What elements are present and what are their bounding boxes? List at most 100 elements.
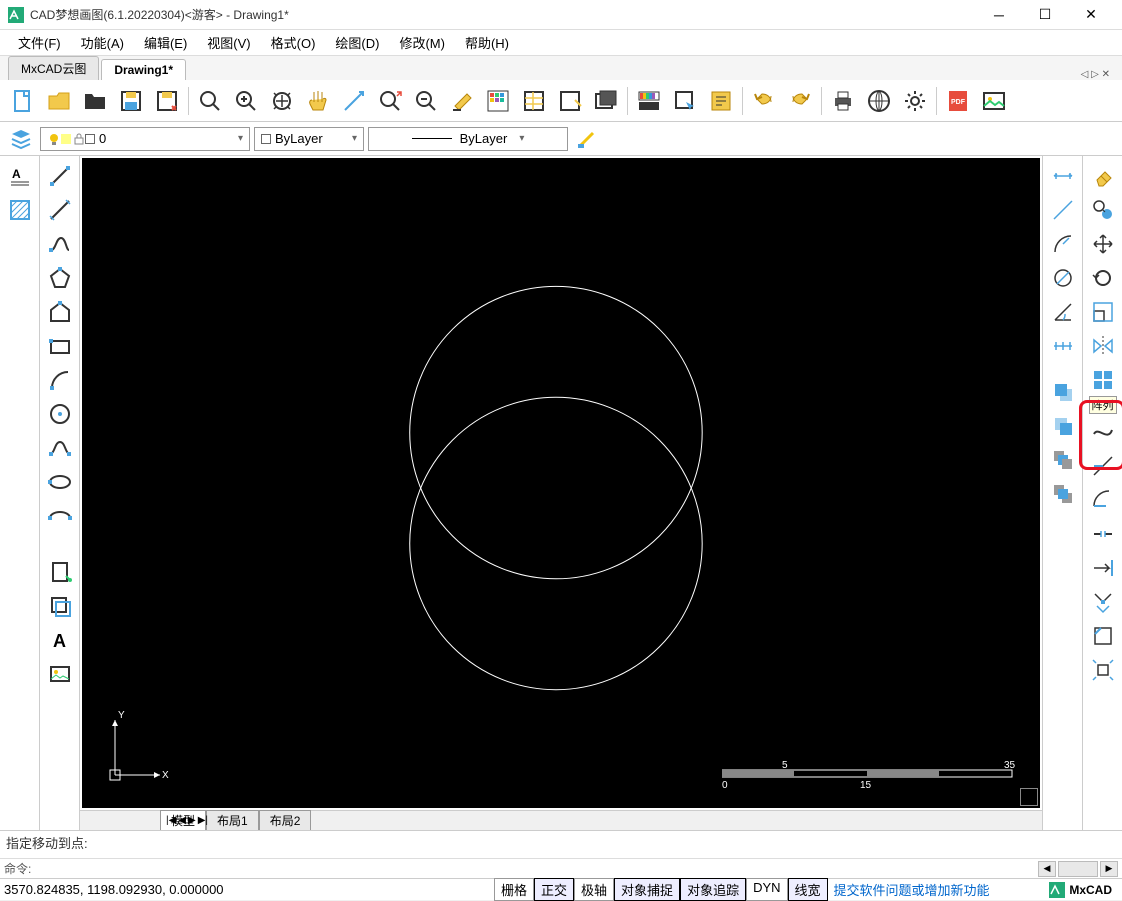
- redo-button[interactable]: [783, 84, 817, 118]
- dimension-angular-button[interactable]: [1047, 296, 1079, 328]
- toggle-osnap[interactable]: 对象捕捉: [614, 878, 680, 901]
- zoom-window-button[interactable]: [193, 84, 227, 118]
- properties-button[interactable]: [517, 84, 551, 118]
- corner-handle[interactable]: [1020, 788, 1038, 806]
- offset-button[interactable]: [1087, 552, 1119, 584]
- drawing-canvas[interactable]: YX 5 35 0 15: [82, 158, 1040, 808]
- select-button[interactable]: [668, 84, 702, 118]
- text-style-button[interactable]: A: [4, 160, 36, 192]
- rectangle-button[interactable]: [44, 330, 76, 362]
- make-block-button[interactable]: [44, 590, 76, 622]
- scroll-track[interactable]: [1058, 861, 1098, 877]
- settings-button[interactable]: [898, 84, 932, 118]
- dimension-linear-button[interactable]: [1047, 160, 1079, 192]
- menu-view[interactable]: 视图(V): [197, 29, 260, 56]
- extend-button[interactable]: [1087, 484, 1119, 516]
- linetype-combobox[interactable]: ByLayer ▾: [368, 127, 568, 151]
- dimension-aligned-button[interactable]: [1047, 194, 1079, 226]
- save-as-button[interactable]: [150, 84, 184, 118]
- zoom-previous-button[interactable]: [373, 84, 407, 118]
- layer-combobox[interactable]: 0 ▾: [40, 127, 250, 151]
- spline-button[interactable]: [44, 432, 76, 464]
- toggle-otrack[interactable]: 对象追踪: [680, 878, 746, 901]
- menu-format[interactable]: 格式(O): [261, 29, 326, 56]
- export-pdf-button[interactable]: PDF: [941, 84, 975, 118]
- zoom-in-button[interactable]: [229, 84, 263, 118]
- construction-line-button[interactable]: [44, 194, 76, 226]
- tab-mxcad-cloud[interactable]: MxCAD云图: [8, 56, 99, 80]
- menu-file[interactable]: 文件(F): [8, 29, 71, 56]
- print-button[interactable]: [826, 84, 860, 118]
- highlight-button[interactable]: [445, 84, 479, 118]
- polyline-button[interactable]: [44, 228, 76, 260]
- copy-button[interactable]: [1087, 194, 1119, 226]
- chamfer-button[interactable]: [1087, 620, 1119, 652]
- scroll-left-button[interactable]: ◀: [1038, 861, 1056, 877]
- layout-tab-1[interactable]: 布局1: [206, 810, 259, 831]
- insert-block-button[interactable]: [44, 556, 76, 588]
- layer-manager-button[interactable]: [6, 125, 36, 153]
- grid-button[interactable]: [553, 84, 587, 118]
- zoom-extents-button[interactable]: [265, 84, 299, 118]
- hatch-button[interactable]: [4, 194, 36, 226]
- array-button[interactable]: [1087, 364, 1119, 396]
- toggle-grid[interactable]: 栅格: [494, 878, 534, 901]
- scroll-right-button[interactable]: ▶: [1100, 861, 1118, 877]
- dimension-radius-button[interactable]: [1047, 228, 1079, 260]
- layout-nav-buttons[interactable]: |◀◀▶▶|: [160, 815, 208, 826]
- trim-button[interactable]: [1087, 450, 1119, 482]
- send-backward-button[interactable]: [1047, 478, 1079, 510]
- mirror-button[interactable]: [1087, 330, 1119, 362]
- save-button[interactable]: [114, 84, 148, 118]
- export-image-button[interactable]: [977, 84, 1011, 118]
- close-button[interactable]: ✕: [1068, 0, 1114, 30]
- open-file-button[interactable]: [42, 84, 76, 118]
- dimension-diameter-button[interactable]: [1047, 262, 1079, 294]
- line-button[interactable]: [44, 160, 76, 192]
- image-button[interactable]: [44, 658, 76, 690]
- polygon-button[interactable]: [44, 262, 76, 294]
- tab-nav-buttons[interactable]: ◁ ▷ ✕: [1081, 69, 1114, 80]
- command-line[interactable]: 命令: ◀ ▶: [0, 858, 1122, 878]
- layout-tab-2[interactable]: 布局2: [259, 810, 312, 831]
- toggle-ortho[interactable]: 正交: [534, 878, 574, 901]
- scale-button[interactable]: [1087, 296, 1119, 328]
- undo-button[interactable]: [747, 84, 781, 118]
- rotate-button[interactable]: [1087, 262, 1119, 294]
- menu-draw[interactable]: 绘图(D): [325, 29, 389, 56]
- text-button[interactable]: A: [44, 624, 76, 656]
- zoom-out-button[interactable]: [409, 84, 443, 118]
- web-button[interactable]: [862, 84, 896, 118]
- color-combobox[interactable]: ByLayer ▾: [254, 127, 364, 151]
- menu-function[interactable]: 功能(A): [71, 29, 134, 56]
- tab-drawing1[interactable]: Drawing1*: [101, 59, 186, 80]
- ellipse-button[interactable]: [44, 466, 76, 498]
- move-to-back-button[interactable]: [1047, 376, 1079, 408]
- minimize-button[interactable]: ─: [976, 0, 1022, 30]
- open-folder-button[interactable]: [78, 84, 112, 118]
- palette-button[interactable]: [481, 84, 515, 118]
- polygon-alt-button[interactable]: [44, 296, 76, 328]
- colors-button[interactable]: [632, 84, 666, 118]
- new-file-button[interactable]: [6, 84, 40, 118]
- menu-edit[interactable]: 编辑(E): [134, 29, 197, 56]
- zoom-realtime-button[interactable]: [337, 84, 371, 118]
- circle-button[interactable]: [44, 398, 76, 430]
- toggle-dyn[interactable]: DYN: [746, 878, 787, 901]
- bring-forward-button[interactable]: [1047, 444, 1079, 476]
- layer-button[interactable]: [589, 84, 623, 118]
- menu-help[interactable]: 帮助(H): [455, 29, 519, 56]
- break-button[interactable]: [1087, 518, 1119, 550]
- ellipse-arc-button[interactable]: [44, 500, 76, 532]
- explode-button[interactable]: [1087, 654, 1119, 686]
- toggle-polar[interactable]: 极轴: [574, 878, 614, 901]
- move-to-front-button[interactable]: [1047, 410, 1079, 442]
- fillet-button[interactable]: [1087, 586, 1119, 618]
- move-button[interactable]: [1087, 228, 1119, 260]
- script-button[interactable]: [704, 84, 738, 118]
- maximize-button[interactable]: ☐: [1022, 0, 1068, 30]
- pan-button[interactable]: [301, 84, 335, 118]
- match-properties-button[interactable]: [572, 125, 602, 153]
- menu-modify[interactable]: 修改(M): [389, 29, 455, 56]
- erase-button[interactable]: [1087, 160, 1119, 192]
